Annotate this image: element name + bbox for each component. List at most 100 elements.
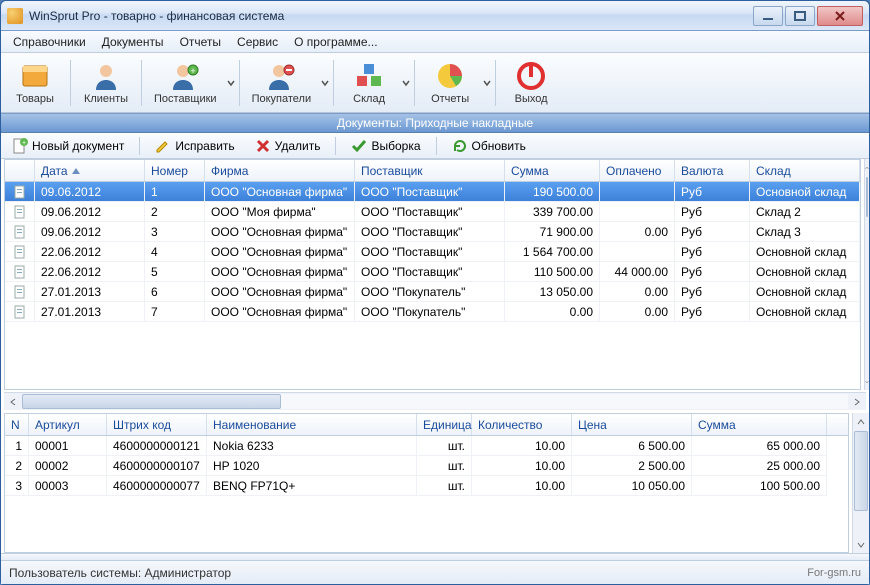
cell-supplier: ООО "Поставщик" <box>355 202 505 222</box>
cell-name: BENQ FP71Q+ <box>207 476 417 496</box>
detail-grid[interactable]: NАртикулШтрих кодНаименованиеЕдиницаКоли… <box>4 413 849 553</box>
tool-goods[interactable]: Товары <box>5 56 65 110</box>
documents-col-paid[interactable]: Оплачено <box>600 160 675 181</box>
documents-col-firm[interactable]: Фирма <box>205 160 355 181</box>
toolbar-separator <box>70 60 71 106</box>
tool-suppliers[interactable]: + Поставщики <box>147 56 224 110</box>
documents-vscrollbar[interactable] <box>864 159 869 390</box>
cell-unit: шт. <box>417 476 472 496</box>
cell-sum: 65 000.00 <box>692 436 827 456</box>
documents-col-sum[interactable]: Сумма <box>505 160 600 181</box>
documents-hscrollbar[interactable] <box>4 392 866 410</box>
cell-num: 7 <box>145 302 205 322</box>
cell-unit: шт. <box>417 436 472 456</box>
cell-indicator <box>5 262 35 282</box>
table-row[interactable]: 27.01.20136ООО "Основная фирма"ООО "Поку… <box>5 282 860 302</box>
refresh-label: Обновить <box>472 139 526 153</box>
delete-button[interactable]: Удалить <box>248 135 328 157</box>
table-row[interactable]: 22.06.20125ООО "Основная фирма"ООО "Пост… <box>5 262 860 282</box>
tool-exit[interactable]: Выход <box>501 56 561 110</box>
detail-col-bc[interactable]: Штрих код <box>107 414 207 435</box>
tool-reports[interactable]: Отчеты <box>420 56 480 110</box>
documents-col-indicator[interactable] <box>5 160 35 181</box>
scroll-thumb[interactable] <box>866 177 868 217</box>
detail-col-sum[interactable]: Сумма <box>692 414 827 435</box>
table-row[interactable]: 09.06.20121ООО "Основная фирма"ООО "Пост… <box>5 182 860 202</box>
table-row[interactable]: 09.06.20123ООО "Основная фирма"ООО "Пост… <box>5 222 860 242</box>
scroll-thumb[interactable] <box>22 394 281 409</box>
detail-col-unit[interactable]: Единица <box>417 414 472 435</box>
detail-grid-body[interactable]: 1000014600000000121Nokia 6233шт.10.006 5… <box>5 436 848 552</box>
detail-col-price[interactable]: Цена <box>572 414 692 435</box>
detail-col-n[interactable]: N <box>5 414 29 435</box>
cell-sum: 0.00 <box>505 302 600 322</box>
detail-col-qty[interactable]: Количество <box>472 414 572 435</box>
maximize-button[interactable] <box>785 6 815 26</box>
detail-col-art[interactable]: Артикул <box>29 414 107 435</box>
detail-vscrollbar[interactable] <box>852 413 869 553</box>
table-row[interactable]: 22.06.20124ООО "Основная фирма"ООО "Пост… <box>5 242 860 262</box>
tool-buyers[interactable]: Покупатели <box>245 56 319 110</box>
tool-clients[interactable]: Клиенты <box>76 56 136 110</box>
documents-col-num[interactable]: Номер <box>145 160 205 181</box>
menu-reports[interactable]: Отчеты <box>172 33 229 51</box>
cell-sum: 71 900.00 <box>505 222 600 242</box>
tool-warehouse[interactable]: Склад <box>339 56 399 110</box>
cell-price: 6 500.00 <box>572 436 692 456</box>
scroll-up-icon[interactable] <box>853 413 869 430</box>
scroll-left-icon[interactable] <box>4 393 22 410</box>
scroll-thumb[interactable] <box>854 431 868 511</box>
cell-store: Склад 3 <box>750 222 860 242</box>
menu-directories[interactable]: Справочники <box>5 33 94 51</box>
scroll-down-icon[interactable] <box>865 373 869 390</box>
cell-supplier: ООО "Поставщик" <box>355 262 505 282</box>
edit-icon <box>155 138 171 154</box>
menu-documents[interactable]: Документы <box>94 33 172 51</box>
detail-col-name[interactable]: Наименование <box>207 414 417 435</box>
cell-sum: 13 050.00 <box>505 282 600 302</box>
documents-grid[interactable]: ДатаНомерФирмаПоставщикСуммаОплаченоВалю… <box>4 159 861 390</box>
cell-firm: ООО "Основная фирма" <box>205 242 355 262</box>
documents-col-date[interactable]: Дата <box>35 160 145 181</box>
close-button[interactable] <box>817 6 863 26</box>
toolbar-separator <box>333 60 334 106</box>
documents-grid-body[interactable]: 09.06.20121ООО "Основная фирма"ООО "Пост… <box>5 182 860 389</box>
table-row[interactable]: 1000014600000000121Nokia 6233шт.10.006 5… <box>5 436 848 456</box>
new-document-button[interactable]: + Новый документ <box>5 135 131 157</box>
documents-col-currency[interactable]: Валюта <box>675 160 750 181</box>
cell-indicator <box>5 242 35 262</box>
table-row[interactable]: 3000034600000000077BENQ FP71Q+шт.10.0010… <box>5 476 848 496</box>
tool-reports-dropdown[interactable] <box>482 56 492 110</box>
cell-price: 2 500.00 <box>572 456 692 476</box>
tool-warehouse-dropdown[interactable] <box>401 56 411 110</box>
table-row[interactable]: 27.01.20137ООО "Основная фирма"ООО "Поку… <box>5 302 860 322</box>
detail-grid-header: NАртикулШтрих кодНаименованиеЕдиницаКоли… <box>5 414 848 436</box>
titlebar[interactable]: WinSprut Pro - товарно - финансовая сист… <box>1 1 869 31</box>
table-row[interactable]: 2000024600000000107HP 1020шт.10.002 500.… <box>5 456 848 476</box>
cell-paid <box>600 242 675 262</box>
scroll-right-icon[interactable] <box>848 393 866 410</box>
cell-art: 00001 <box>29 436 107 456</box>
filter-button[interactable]: Выборка <box>344 135 427 157</box>
tool-suppliers-dropdown[interactable] <box>226 56 236 110</box>
scroll-up-icon[interactable] <box>865 159 869 176</box>
refresh-button[interactable]: Обновить <box>445 135 533 157</box>
scroll-down-icon[interactable] <box>853 536 869 553</box>
menu-about[interactable]: О программе... <box>286 33 385 51</box>
edit-label: Исправить <box>175 139 234 153</box>
menu-service[interactable]: Сервис <box>229 33 286 51</box>
documents-grid-header: ДатаНомерФирмаПоставщикСуммаОплаченоВалю… <box>5 160 860 182</box>
cell-indicator <box>5 282 35 302</box>
cell-art: 00003 <box>29 476 107 496</box>
exit-icon <box>515 60 547 92</box>
section-header: Документы: Приходные накладные <box>1 113 869 133</box>
minimize-button[interactable] <box>753 6 783 26</box>
documents-col-supplier[interactable]: Поставщик <box>355 160 505 181</box>
cell-num: 5 <box>145 262 205 282</box>
tool-buyers-dropdown[interactable] <box>320 56 330 110</box>
edit-button[interactable]: Исправить <box>148 135 241 157</box>
goods-icon <box>19 60 51 92</box>
table-row[interactable]: 09.06.20122ООО "Моя фирма"ООО "Поставщик… <box>5 202 860 222</box>
documents-col-store[interactable]: Склад <box>750 160 860 181</box>
cell-currency: Руб <box>675 302 750 322</box>
